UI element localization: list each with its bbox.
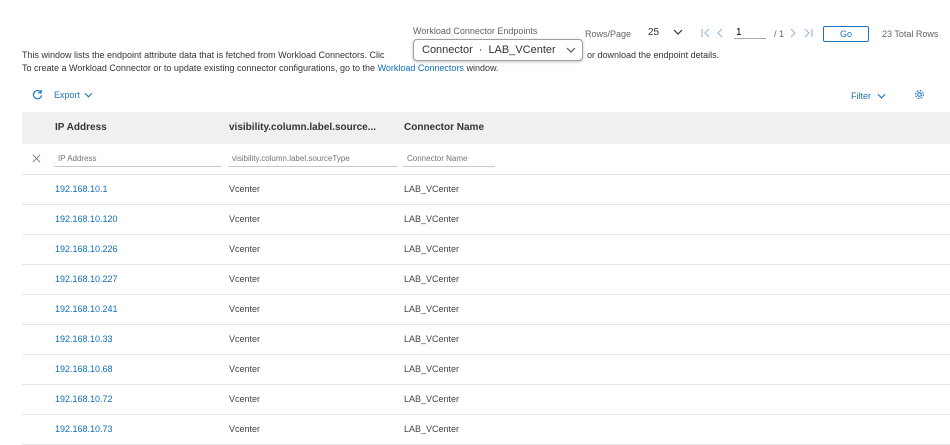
refresh-icon[interactable] (32, 89, 43, 100)
source-type-cell: Vcenter (229, 394, 261, 404)
ip-address-link[interactable]: 192.168.10.227 (55, 274, 118, 284)
ip-address-link[interactable]: 192.168.10.33 (55, 334, 113, 344)
workload-connectors-link[interactable]: Workload Connectors (378, 63, 464, 73)
table-row[interactable]: 192.168.10.73 Vcenter LAB_VCenter (22, 414, 950, 445)
source-type-cell: Vcenter (229, 364, 261, 374)
connector-name-cell: LAB_VCenter (404, 184, 460, 194)
ip-address-link[interactable]: 192.168.10.72 (55, 394, 113, 404)
connector-select[interactable]: Connector · LAB_VCenter (413, 39, 583, 61)
gear-icon[interactable] (914, 89, 925, 100)
connector-name-filter-input[interactable] (403, 150, 495, 167)
rows-per-page-label: Rows/Page (585, 29, 632, 39)
last-page-icon[interactable] (802, 28, 814, 38)
ip-address-link[interactable]: 192.168.10.1 (55, 184, 108, 194)
source-type-cell: Vcenter (229, 274, 261, 284)
first-page-icon[interactable] (700, 28, 712, 38)
connector-name-cell: LAB_VCenter (404, 364, 460, 374)
connector-select-separator: · (478, 44, 483, 56)
table-row[interactable]: 192.168.10.227 Vcenter LAB_VCenter (22, 264, 950, 295)
table-row[interactable]: 192.168.10.1 Vcenter LAB_VCenter (22, 174, 950, 205)
table-row[interactable]: 192.168.10.72 Vcenter LAB_VCenter (22, 384, 950, 415)
chevron-down-icon (84, 90, 93, 100)
ip-address-link[interactable]: 192.168.10.68 (55, 364, 113, 374)
table-row[interactable]: 192.168.10.120 Vcenter LAB_VCenter (22, 204, 950, 235)
chevron-down-icon (566, 44, 576, 56)
description-line-2: To create a Workload Connector or to upd… (22, 63, 498, 73)
connector-name-cell: LAB_VCenter (404, 274, 460, 284)
rows-per-page-value: 25 (648, 27, 660, 38)
filter-menu[interactable]: Filter (851, 91, 886, 101)
connector-select-prefix: Connector (422, 44, 473, 56)
go-button[interactable]: Go (823, 26, 869, 42)
description-text: This window lists the endpoint attribute… (22, 50, 385, 60)
connector-name-cell: LAB_VCenter (404, 304, 460, 314)
filter-label: Filter (851, 91, 871, 101)
source-type-cell: Vcenter (229, 214, 261, 224)
export-menu[interactable]: Export (54, 90, 93, 100)
export-label: Export (54, 90, 81, 100)
prev-page-icon[interactable] (716, 28, 724, 38)
description-line-1-end: or download the endpoint details. (587, 50, 720, 60)
endpoints-label: Workload Connector Endpoints (413, 26, 538, 36)
filter-row (22, 144, 950, 175)
ip-address-link[interactable]: 192.168.10.241 (55, 304, 118, 314)
connector-name-cell: LAB_VCenter (404, 214, 460, 224)
connector-name-cell: LAB_VCenter (404, 244, 460, 254)
page-total: / 1 (774, 29, 785, 39)
source-type-cell: Vcenter (229, 304, 261, 314)
chevron-down-icon (877, 91, 886, 101)
chevron-down-icon (673, 27, 683, 38)
close-icon[interactable] (32, 154, 41, 163)
connector-select-value: LAB_VCenter (488, 44, 556, 56)
table-row[interactable]: 192.168.10.68 Vcenter LAB_VCenter (22, 354, 950, 385)
table-header: IP Address visibility.column.label.sourc… (22, 112, 950, 144)
rows-per-page-select[interactable]: 25 (648, 27, 683, 38)
ip-address-link[interactable]: 192.168.10.120 (55, 214, 118, 224)
connector-name-cell: LAB_VCenter (404, 334, 460, 344)
connector-name-cell: LAB_VCenter (404, 394, 460, 404)
table-row[interactable]: 192.168.10.33 Vcenter LAB_VCenter (22, 324, 950, 355)
description-text: window. (466, 63, 499, 73)
description-text: To create a Workload Connector or to upd… (22, 63, 376, 73)
column-header-source-type[interactable]: visibility.column.label.source... (229, 122, 376, 133)
next-page-icon[interactable] (789, 28, 797, 38)
ip-address-link[interactable]: 192.168.10.73 (55, 424, 113, 434)
source-type-cell: Vcenter (229, 244, 261, 254)
table-row[interactable]: 192.168.10.241 Vcenter LAB_VCenter (22, 294, 950, 325)
table-row[interactable]: 192.168.10.226 Vcenter LAB_VCenter (22, 234, 950, 265)
ip-address-filter-input[interactable] (54, 150, 222, 167)
connector-name-cell: LAB_VCenter (404, 424, 460, 434)
description-line-1: This window lists the endpoint attribute… (22, 50, 385, 60)
source-type-cell: Vcenter (229, 334, 261, 344)
source-type-cell: Vcenter (229, 424, 261, 434)
source-type-cell: Vcenter (229, 184, 261, 194)
column-header-connector-name[interactable]: Connector Name (404, 122, 484, 133)
column-header-ip-address[interactable]: IP Address (55, 122, 107, 133)
ip-address-link[interactable]: 192.168.10.226 (55, 244, 118, 254)
source-type-filter-input[interactable] (228, 150, 398, 167)
total-rows: 23 Total Rows (882, 29, 939, 39)
page-number-input[interactable] (734, 27, 766, 39)
